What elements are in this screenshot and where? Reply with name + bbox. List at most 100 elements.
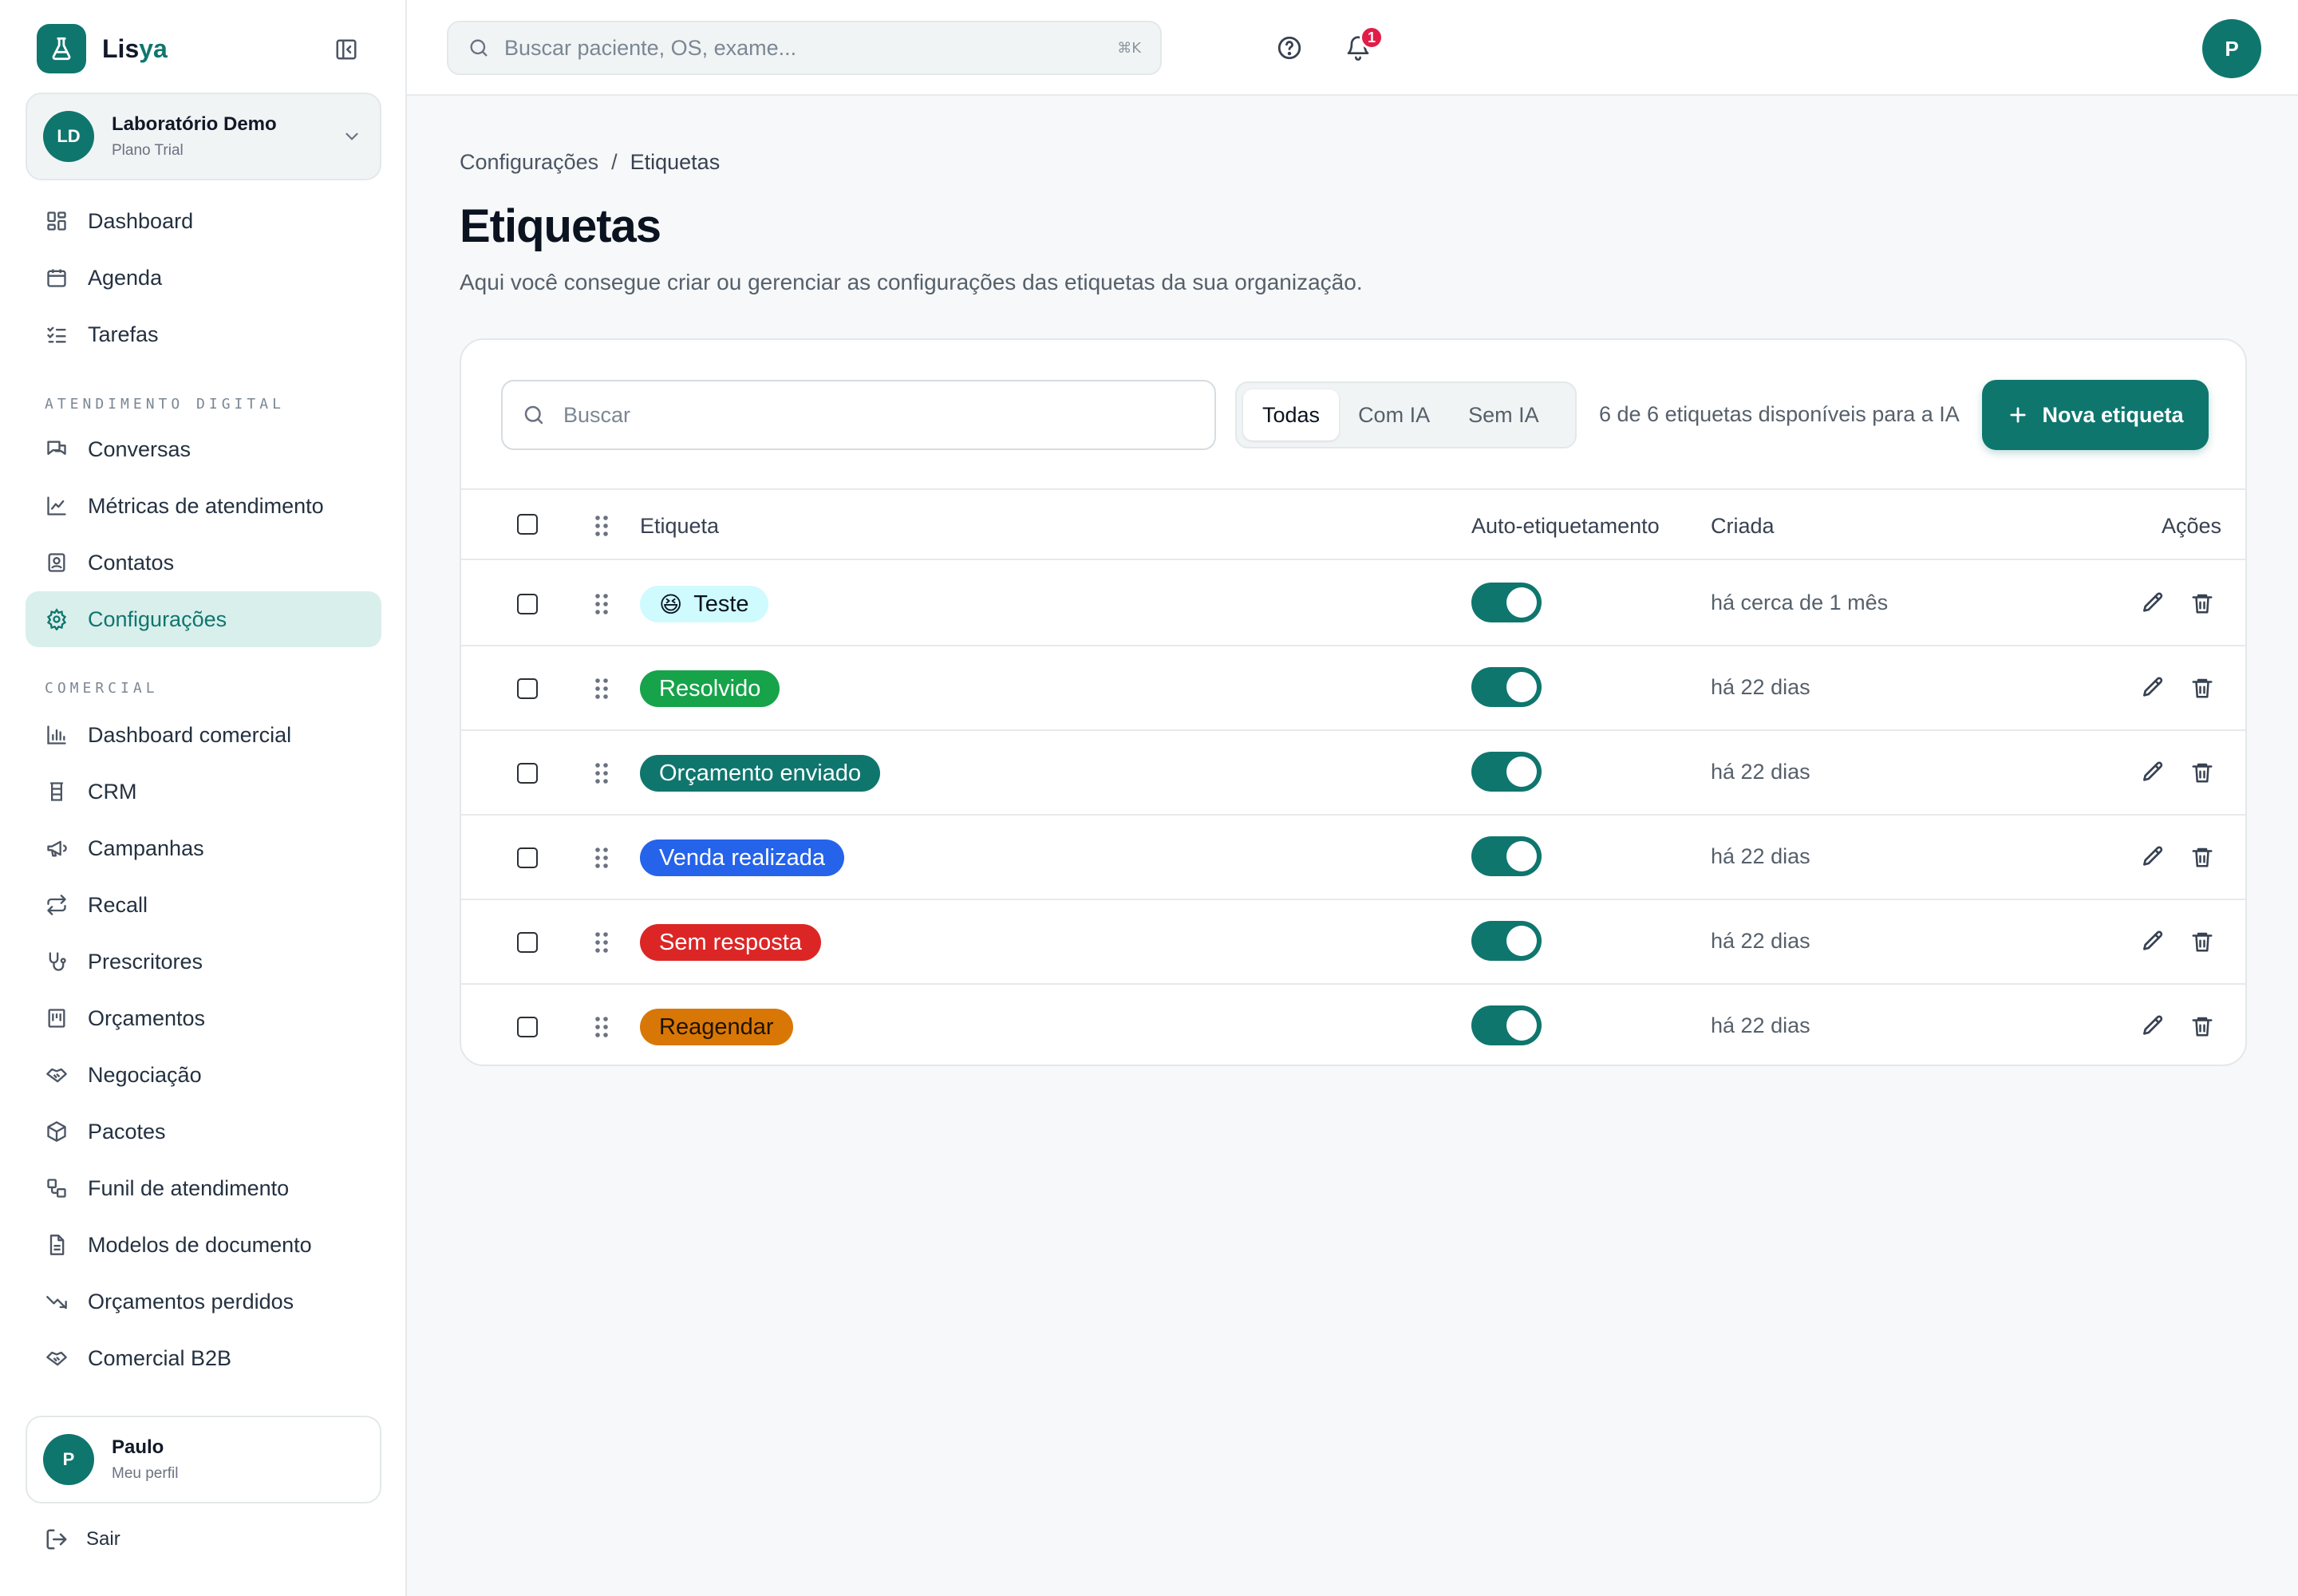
logout-button[interactable]: Sair	[45, 1527, 120, 1551]
collapse-sidebar-icon[interactable]	[330, 35, 362, 64]
sidebar-item-prescritores[interactable]: Prescritores	[26, 934, 381, 990]
breadcrumb-parent[interactable]: Configurações	[460, 150, 598, 175]
edit-icon[interactable]	[2138, 843, 2167, 871]
filter-sem-ia[interactable]: Sem IA	[1449, 389, 1558, 440]
sidebar-item-label: Funil de atendimento	[88, 1175, 290, 1200]
sidebar-item-dashboard[interactable]: Dashboard	[26, 193, 381, 249]
toggle-knob	[1506, 757, 1537, 787]
sidebar-item-contatos[interactable]: Contatos	[26, 535, 381, 591]
drag-handle-icon[interactable]	[594, 1015, 610, 1039]
sidebar-item-configuracoes[interactable]: Configurações	[26, 591, 381, 647]
sidebar-item-label: Comercial B2B	[88, 1345, 232, 1370]
drag-handle-icon[interactable]	[594, 846, 610, 870]
tag-pill: 😆 Teste	[640, 586, 768, 622]
edit-icon[interactable]	[2138, 927, 2167, 956]
global-search-input[interactable]	[504, 35, 1063, 61]
sidebar-item-agenda[interactable]: Agenda	[26, 250, 381, 306]
trash-icon[interactable]	[2188, 758, 2217, 787]
sidebar-item-tarefas[interactable]: Tarefas	[26, 306, 381, 362]
column-header-auto[interactable]: Auto-etiquetamento	[1471, 514, 1660, 539]
tag-pill: Sem resposta	[640, 924, 821, 961]
chevron-down-icon	[342, 126, 362, 147]
drag-handle-icon[interactable]	[594, 761, 610, 785]
profile-card[interactable]: P Paulo Meu perfil	[26, 1416, 381, 1503]
row-checkbox[interactable]	[517, 1017, 538, 1037]
sidebar-item-label: Tarefas	[88, 322, 159, 346]
breadcrumb-current: Etiquetas	[630, 150, 721, 174]
row-checkbox[interactable]	[517, 678, 538, 699]
sidebar-item-label: CRM	[88, 779, 137, 804]
column-header-etiqueta[interactable]: Etiqueta	[640, 514, 719, 539]
sidebar-item-comercial-b2b[interactable]: Comercial B2B	[26, 1330, 381, 1386]
column-header-criada[interactable]: Criada	[1711, 514, 1775, 539]
row-checkbox[interactable]	[517, 594, 538, 614]
auto-tagging-toggle[interactable]	[1471, 1005, 1542, 1045]
edit-icon[interactable]	[2138, 758, 2167, 787]
drag-handle-icon[interactable]	[594, 592, 610, 616]
megaphone-icon	[45, 836, 69, 860]
dashboard-icon	[45, 209, 69, 233]
plus-icon	[2007, 404, 2029, 426]
search-icon	[468, 37, 490, 59]
sidebar-item-recall[interactable]: Recall	[26, 877, 381, 933]
avatar: P	[43, 1434, 94, 1485]
organization-switcher[interactable]: LD Laboratório Demo Plano Trial	[26, 93, 381, 180]
select-all-checkbox[interactable]	[517, 514, 538, 535]
filter-segmented-control: Todas Com IA Sem IA	[1235, 381, 1577, 448]
auto-tagging-toggle[interactable]	[1471, 836, 1542, 876]
sidebar-item-dashboard-comercial[interactable]: Dashboard comercial	[26, 707, 381, 763]
sidebar-item-pacotes[interactable]: Pacotes	[26, 1104, 381, 1159]
tag-name: Teste	[693, 591, 749, 617]
sidebar-item-modelos[interactable]: Modelos de documento	[26, 1217, 381, 1273]
row-checkbox[interactable]	[517, 847, 538, 868]
sidebar-item-negociacao[interactable]: Negociação	[26, 1047, 381, 1103]
repeat-icon	[45, 893, 69, 917]
brand[interactable]: Lisya	[37, 24, 168, 73]
row-checkbox[interactable]	[517, 763, 538, 784]
document-icon	[45, 1233, 69, 1257]
row-checkbox[interactable]	[517, 932, 538, 953]
tag-search[interactable]	[501, 380, 1216, 450]
edit-icon[interactable]	[2138, 1012, 2167, 1041]
sidebar-item-funil[interactable]: Funil de atendimento	[26, 1160, 381, 1216]
filter-com-ia[interactable]: Com IA	[1339, 389, 1449, 440]
table-row: Resolvido há 22 dias	[461, 646, 2245, 731]
created-date: há 22 dias	[1711, 1013, 1810, 1037]
table-row: Venda realizada há 22 dias	[461, 816, 2245, 900]
sidebar-item-label: Negociação	[88, 1062, 202, 1087]
table-row: Sem resposta há 22 dias	[461, 900, 2245, 985]
filter-todas[interactable]: Todas	[1243, 389, 1340, 440]
sidebar-item-label: Contatos	[88, 550, 175, 575]
sidebar-item-crm[interactable]: CRM	[26, 764, 381, 820]
notification-badge: 1	[1360, 26, 1384, 49]
trash-icon[interactable]	[2188, 843, 2217, 871]
trash-icon[interactable]	[2188, 589, 2217, 618]
edit-icon[interactable]	[2138, 674, 2167, 702]
sidebar-item-metricas[interactable]: Métricas de atendimento	[26, 478, 381, 534]
sidebar-item-orcamentos[interactable]: Orçamentos	[26, 990, 381, 1046]
drag-handle-icon[interactable]	[594, 677, 610, 701]
chat-icon	[45, 437, 69, 461]
trash-icon[interactable]	[2188, 674, 2217, 702]
package-icon	[45, 1120, 69, 1144]
auto-tagging-toggle[interactable]	[1471, 583, 1542, 622]
trash-icon[interactable]	[2188, 1012, 2217, 1041]
sidebar-item-conversas[interactable]: Conversas	[26, 421, 381, 477]
auto-tagging-toggle[interactable]	[1471, 921, 1542, 961]
trash-icon[interactable]	[2188, 927, 2217, 956]
edit-icon[interactable]	[2138, 589, 2167, 618]
sidebar-item-campanhas[interactable]: Campanhas	[26, 820, 381, 876]
tag-search-input[interactable]	[563, 402, 1202, 428]
auto-tagging-toggle[interactable]	[1471, 667, 1542, 707]
auto-tagging-toggle[interactable]	[1471, 752, 1542, 792]
drag-handle-icon[interactable]	[594, 930, 610, 954]
new-tag-button[interactable]: Nova etiqueta	[1982, 380, 2209, 450]
toggle-knob	[1506, 1010, 1537, 1041]
sidebar-item-label: Prescritores	[88, 949, 203, 974]
help-icon[interactable]	[1273, 32, 1305, 64]
tasks-icon	[45, 322, 69, 346]
user-avatar[interactable]: P	[2202, 19, 2261, 78]
gear-icon	[45, 607, 69, 631]
sidebar-item-orcamentos-perdidos[interactable]: Orçamentos perdidos	[26, 1274, 381, 1329]
global-search[interactable]: ⌘K	[447, 21, 1162, 75]
